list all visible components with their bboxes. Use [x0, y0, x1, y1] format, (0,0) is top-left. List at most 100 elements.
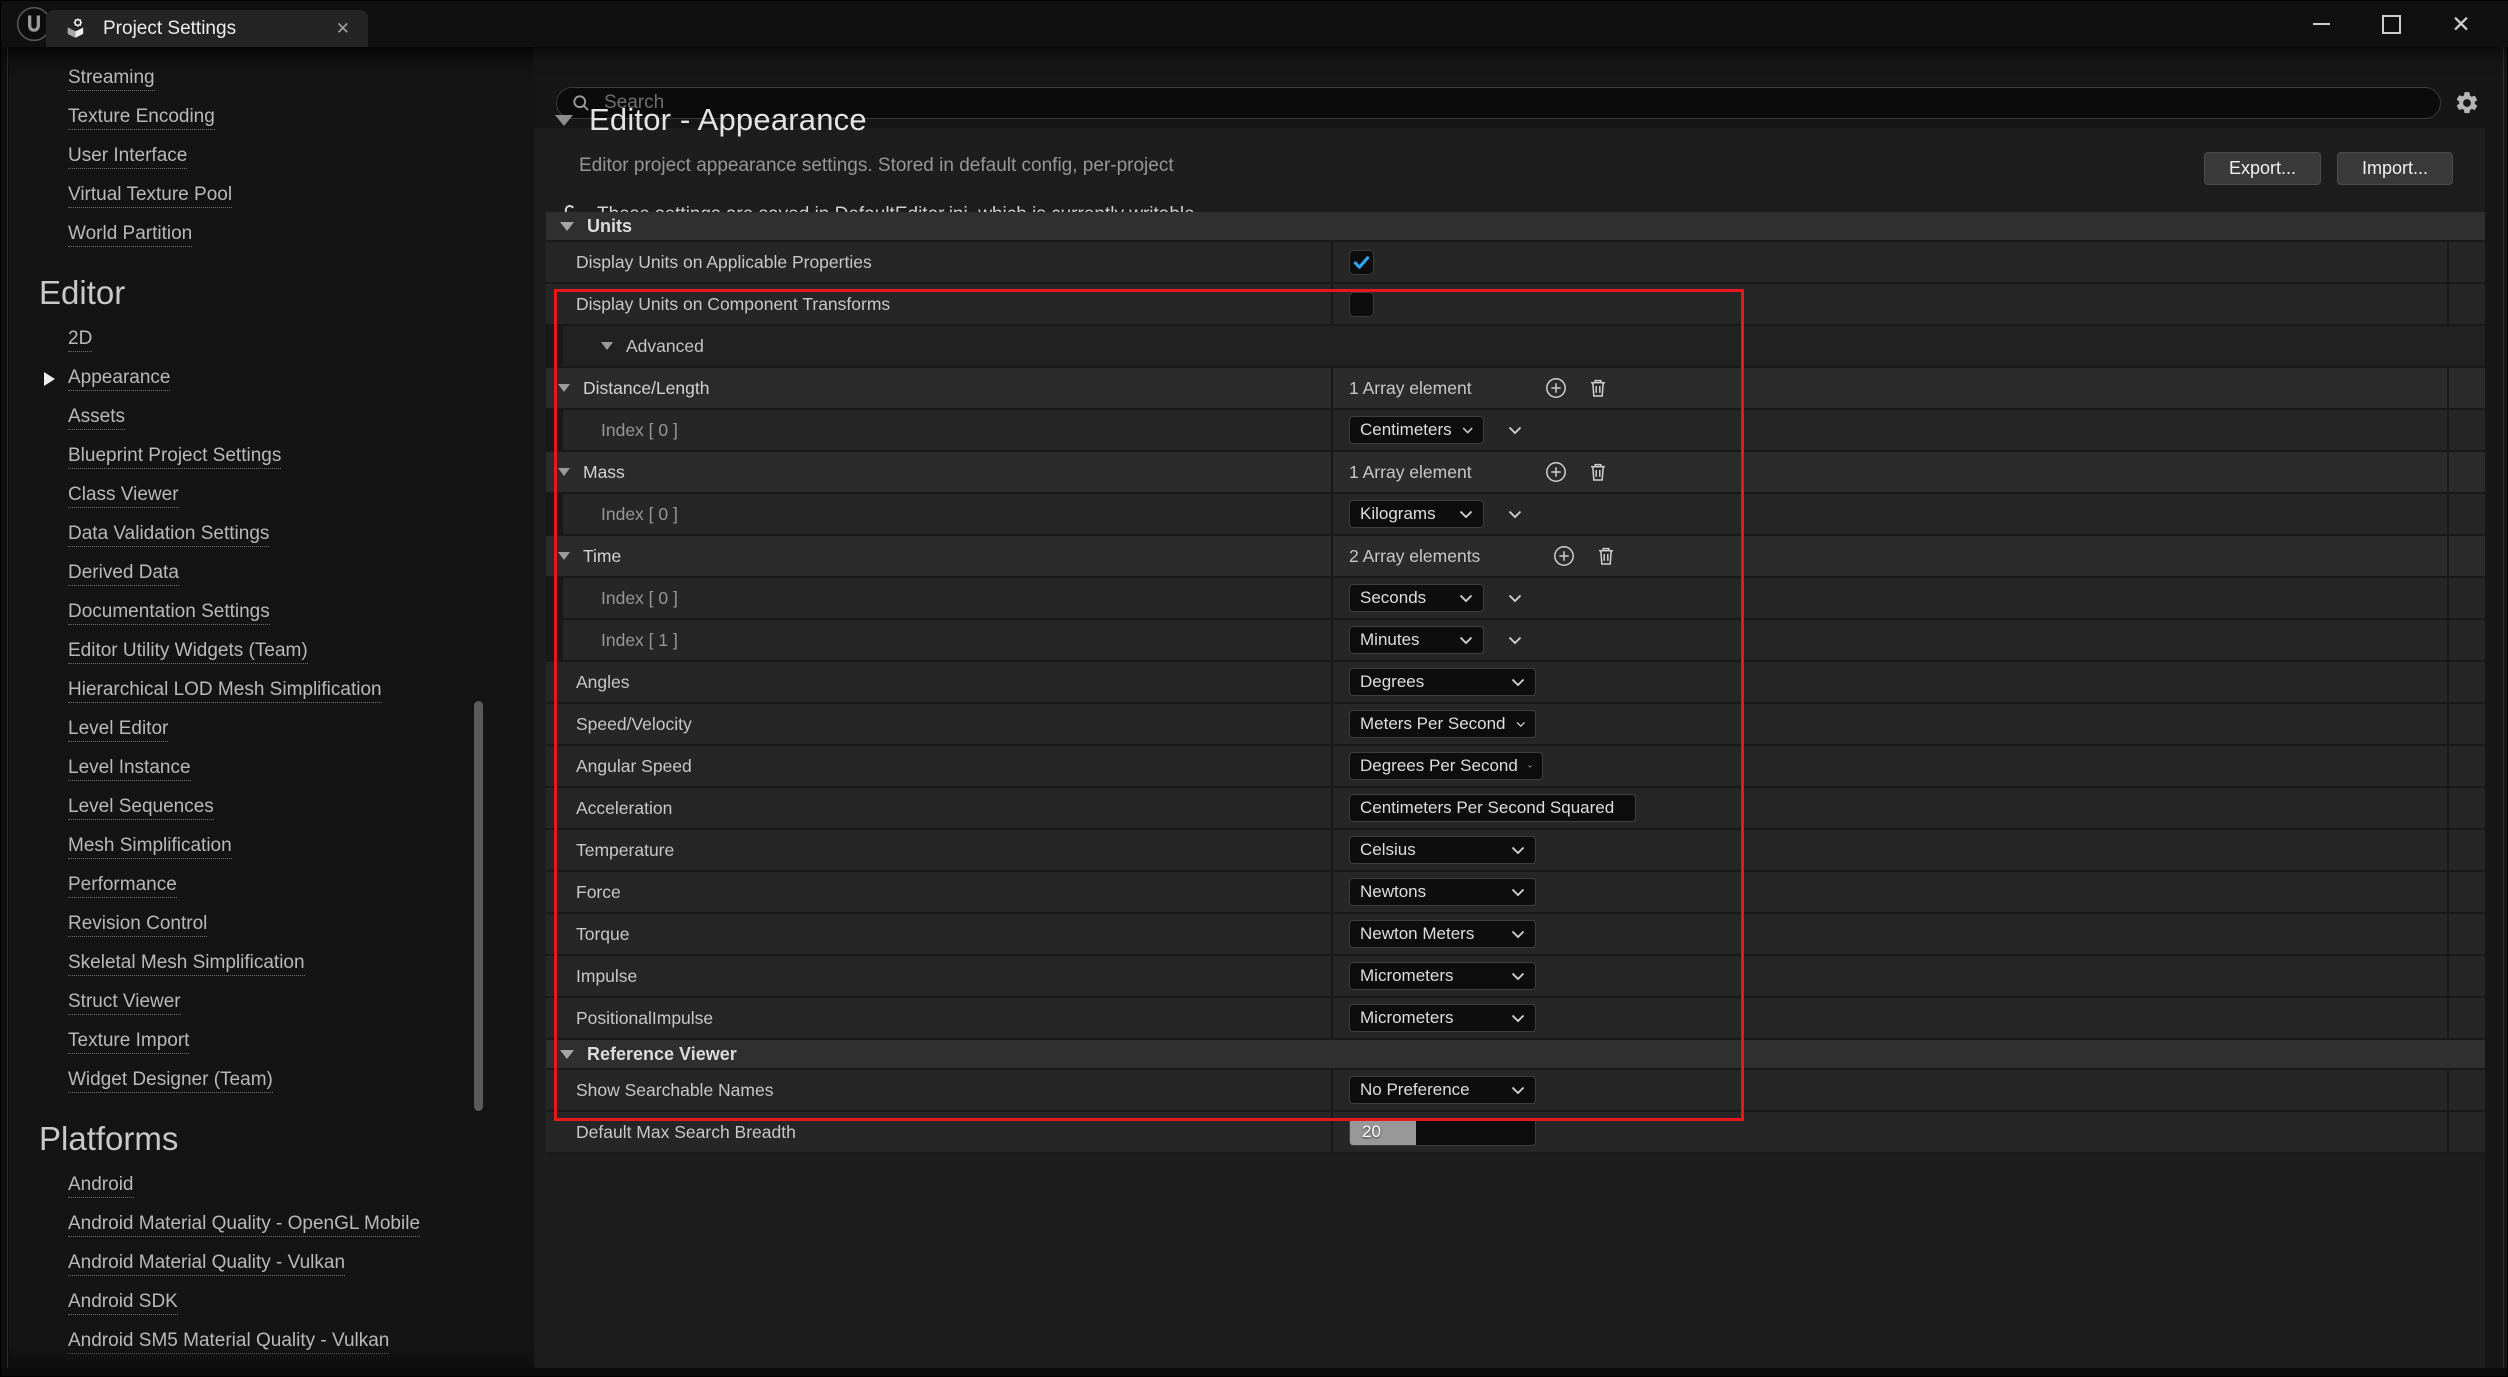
collapse-arrow-icon[interactable] [558, 384, 570, 392]
sidebar-item-label[interactable]: Data Validation Settings [68, 523, 269, 547]
sidebar-item-mesh-simplification[interactable]: Mesh Simplification [9, 827, 533, 866]
collapse-arrow-icon[interactable] [558, 468, 570, 476]
sidebar-item-label[interactable]: Performance [68, 874, 177, 898]
sidebar-item-world-partition[interactable]: World Partition [9, 215, 533, 254]
sidebar-item-label[interactable]: Revision Control [68, 913, 207, 937]
maximize-button[interactable] [2379, 12, 2403, 36]
unit-dropdown-minutes[interactable]: Minutes [1349, 626, 1484, 654]
dropdown-torque[interactable]: Newton Meters [1349, 920, 1536, 948]
unit-dropdown-kilograms[interactable]: Kilograms [1349, 500, 1484, 528]
sidebar-item-label[interactable]: Derived Data [68, 562, 179, 586]
section-header-units[interactable]: Units [546, 212, 2485, 242]
sidebar-item-android-sm5-material-quality-vulkan[interactable]: Android SM5 Material Quality - Vulkan [9, 1322, 533, 1361]
element-options-dropdown[interactable] [1508, 426, 1522, 435]
unit-dropdown-centimeters[interactable]: Centimeters [1349, 416, 1484, 444]
sidebar-item-label[interactable]: Android Material Quality - OpenGL Mobile [68, 1213, 420, 1237]
sidebar-item-texture-encoding[interactable]: Texture Encoding [9, 98, 533, 137]
sidebar-item-class-viewer[interactable]: Class Viewer [9, 476, 533, 515]
delete-array-icon[interactable] [1586, 376, 1610, 400]
element-options-dropdown[interactable] [1508, 636, 1522, 645]
dropdown-acceleration[interactable]: Centimeters Per Second Squared [1349, 794, 1636, 822]
sidebar-item-label[interactable]: Mesh Simplification [68, 835, 232, 859]
sidebar-item-label[interactable]: Level Instance [68, 757, 191, 781]
sidebar-item-label[interactable]: Assets [68, 406, 125, 430]
sidebar-item-virtual-texture-pool[interactable]: Virtual Texture Pool [9, 176, 533, 215]
sidebar-item-label[interactable]: Skeletal Mesh Simplification [68, 952, 305, 976]
sidebar-item-revision-control[interactable]: Revision Control [9, 905, 533, 944]
sidebar-item-assets[interactable]: Assets [9, 398, 533, 437]
sidebar-item-label[interactable]: Documentation Settings [68, 601, 270, 625]
tab-close-icon[interactable]: ✕ [326, 19, 350, 39]
delete-array-icon[interactable] [1594, 544, 1618, 568]
sidebar-item-hierarchical-lod-mesh-simplification[interactable]: Hierarchical LOD Mesh Simplification [9, 671, 533, 710]
minimize-button[interactable] [2309, 12, 2333, 36]
tab-project-settings[interactable]: Project Settings ✕ [46, 10, 368, 47]
collapse-arrow-icon[interactable] [560, 1050, 574, 1059]
sidebar-item-label[interactable]: Texture Encoding [68, 106, 215, 130]
sidebar-item-blueprint-project-settings[interactable]: Blueprint Project Settings [9, 437, 533, 476]
sidebar-item-label[interactable]: Hierarchical LOD Mesh Simplification [68, 679, 382, 703]
add-array-element-icon[interactable] [1544, 460, 1568, 484]
sidebar-item-label[interactable]: Blueprint Project Settings [68, 445, 281, 469]
sidebar-item-label[interactable]: Android SDK [68, 1291, 178, 1315]
dropdown-positionalimpulse[interactable]: Micrometers [1349, 1004, 1536, 1032]
sidebar-item-label[interactable]: Appearance [68, 367, 170, 391]
dropdown-speed-velocity[interactable]: Meters Per Second [1349, 710, 1536, 738]
sidebar-item-label[interactable]: Level Editor [68, 718, 168, 742]
sidebar-item-android-material-quality-opengl-mobile[interactable]: Android Material Quality - OpenGL Mobile [9, 1205, 533, 1244]
sidebar-item-label[interactable]: Widget Designer (Team) [68, 1069, 273, 1093]
sidebar-item-level-editor[interactable]: Level Editor [9, 710, 533, 749]
close-button[interactable]: ✕ [2449, 12, 2473, 36]
delete-array-icon[interactable] [1586, 460, 1610, 484]
sidebar-item-label[interactable]: User Interface [68, 145, 187, 169]
sidebar-item-label[interactable]: Texture Import [68, 1030, 189, 1054]
dropdown-temperature[interactable]: Celsius [1349, 836, 1536, 864]
sidebar-item-user-interface[interactable]: User Interface [9, 137, 533, 176]
sidebar-item-level-instance[interactable]: Level Instance [9, 749, 533, 788]
sidebar-item-android-sdk[interactable]: Android SDK [9, 1283, 533, 1322]
collapse-arrow-icon[interactable] [560, 222, 574, 231]
collapse-arrow-icon[interactable] [601, 342, 613, 350]
unit-dropdown-seconds[interactable]: Seconds [1349, 584, 1484, 612]
dropdown-impulse[interactable]: Micrometers [1349, 962, 1536, 990]
export-button[interactable]: Export... [2204, 152, 2321, 185]
sidebar-item-label[interactable]: Android SM5 Material Quality - Vulkan [68, 1330, 389, 1354]
view-options-gear-icon[interactable] [2453, 89, 2481, 117]
sidebar-item-android[interactable]: Android [9, 1166, 533, 1205]
collapse-page-arrow-icon[interactable] [555, 115, 573, 126]
sidebar-item-skeletal-mesh-simplification[interactable]: Skeletal Mesh Simplification [9, 944, 533, 983]
sidebar-item-label[interactable]: Android [68, 1174, 134, 1198]
number-input-default-max-search-breadth[interactable]: 20 [1349, 1118, 1536, 1146]
sidebar-item-label[interactable]: Android Material Quality - Vulkan [68, 1252, 345, 1276]
sidebar-item-editor-utility-widgets-team[interactable]: Editor Utility Widgets (Team) [9, 632, 533, 671]
sidebar-item-level-sequences[interactable]: Level Sequences [9, 788, 533, 827]
sidebar-item-label[interactable]: 2D [68, 328, 92, 352]
dropdown-angular-speed[interactable]: Degrees Per Second [1349, 752, 1543, 780]
collapse-arrow-icon[interactable] [558, 552, 570, 560]
sidebar-item-label[interactable]: Class Viewer [68, 484, 179, 508]
sidebar-item-struct-viewer[interactable]: Struct Viewer [9, 983, 533, 1022]
sidebar-item-derived-data[interactable]: Derived Data [9, 554, 533, 593]
sidebar-item-android-material-quality-vulkan[interactable]: Android Material Quality - Vulkan [9, 1244, 533, 1283]
add-array-element-icon[interactable] [1544, 376, 1568, 400]
sidebar-item-widget-designer-team[interactable]: Widget Designer (Team) [9, 1061, 533, 1100]
sidebar-item-label[interactable]: Streaming [68, 67, 155, 91]
sidebar-item-label[interactable]: Virtual Texture Pool [68, 184, 232, 208]
sidebar-item-2d[interactable]: 2D [9, 320, 533, 359]
add-array-element-icon[interactable] [1552, 544, 1576, 568]
subsection-advanced[interactable]: Advanced [563, 326, 2485, 368]
sidebar-item-label[interactable]: Struct Viewer [68, 991, 181, 1015]
search-input[interactable] [602, 91, 2426, 115]
sidebar-scrollbar-thumb[interactable] [474, 701, 483, 1111]
dropdown-angles[interactable]: Degrees [1349, 668, 1536, 696]
checkbox-display-units-on-component-transforms[interactable] [1349, 292, 1374, 317]
sidebar-item-appearance[interactable]: Appearance [9, 359, 533, 398]
sidebar-item-texture-import[interactable]: Texture Import [9, 1022, 533, 1061]
section-header-reference-viewer[interactable]: Reference Viewer [546, 1040, 2485, 1070]
sidebar-item-data-validation-settings[interactable]: Data Validation Settings [9, 515, 533, 554]
checkbox-display-units-on-applicable-properties[interactable] [1349, 250, 1374, 275]
sidebar-item-label[interactable]: Editor Utility Widgets (Team) [68, 640, 308, 664]
element-options-dropdown[interactable] [1508, 594, 1522, 603]
sidebar-item-streaming[interactable]: Streaming [9, 59, 533, 98]
sidebar-item-label[interactable]: World Partition [68, 223, 192, 247]
